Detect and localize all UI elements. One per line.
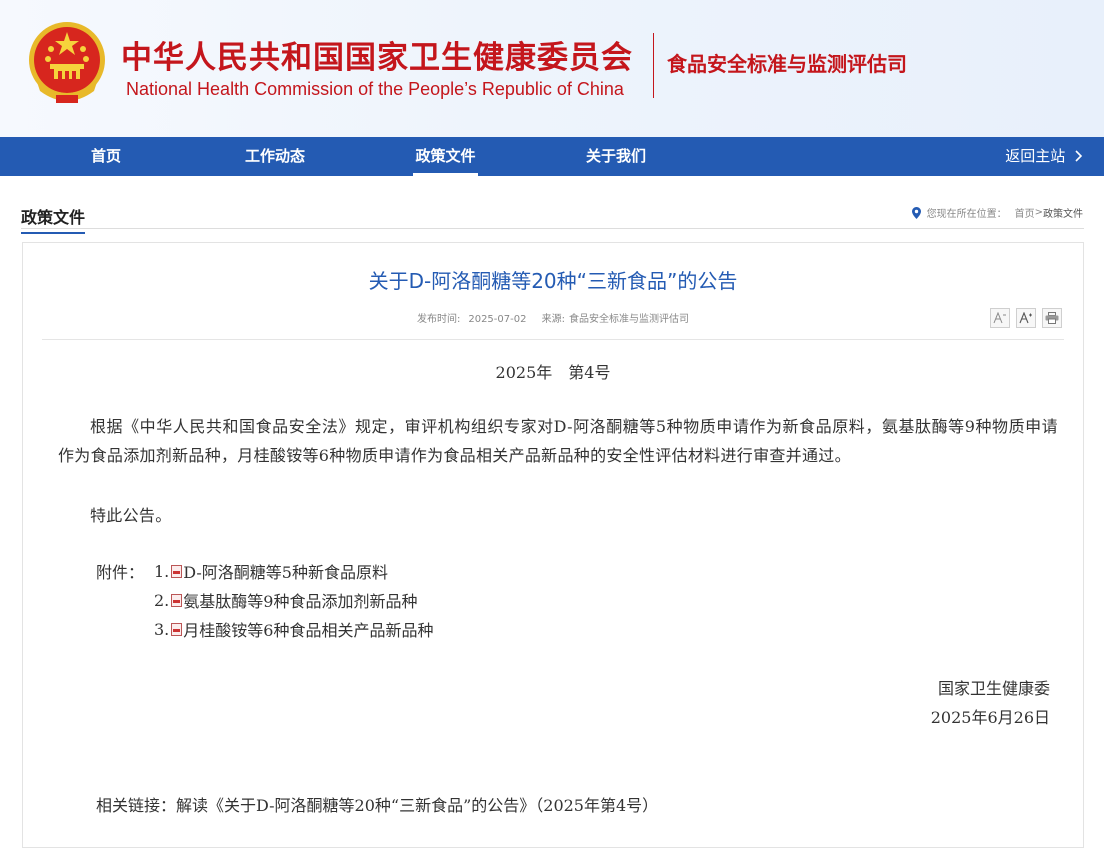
breadcrumb-prefix: 您现在所在位置：: [926, 209, 1007, 220]
section-title: 政策文件: [21, 204, 86, 234]
chevron-right-icon: [1075, 150, 1083, 162]
nav-item-about[interactable]: 关于我们: [583, 137, 649, 176]
article-tools: [990, 308, 1062, 328]
signature-org: 国家卫生健康委: [937, 679, 1050, 698]
breadcrumb-current-link[interactable]: 政策文件: [1043, 205, 1083, 220]
national-emblem-icon[interactable]: [26, 19, 108, 109]
font-increase-button[interactable]: [1016, 308, 1036, 328]
source-label: 来源:: [541, 314, 566, 325]
source-value: 食品安全标准与监测评估司: [569, 314, 690, 325]
attachment-number: 3.: [154, 619, 170, 639]
attachments-label: 附件：: [96, 563, 145, 582]
site-title-cn: 中华人民共和国国家卫生健康委员会: [121, 40, 633, 76]
related-label: 相关链接：: [96, 796, 177, 815]
article-divider: [42, 339, 1064, 340]
print-icon: [1045, 312, 1059, 324]
publish-label: 发布时间:: [416, 314, 461, 325]
back-to-main-link[interactable]: 返回主站: [1005, 137, 1084, 176]
attachment-link-3[interactable]: 月桂酸铵等6种食品相关产品新品种: [183, 617, 433, 641]
nav-item-news[interactable]: 工作动态: [242, 137, 308, 176]
site-title-en: National Health Commission of the People…: [126, 79, 624, 99]
back-to-main-label: 返回主站: [1005, 147, 1066, 165]
header-divider: [653, 33, 654, 98]
pdf-file-icon: [171, 622, 183, 636]
breadcrumb-home-link[interactable]: 首页: [1015, 205, 1035, 220]
article-meta: 发布时间: 2025-07-02 来源: 食品安全标准与监测评估司: [23, 310, 1083, 325]
related-links: 相关链接：解读《关于D-阿洛酮糖等20种“三新食品”的公告》（2025年第4号）: [96, 792, 658, 816]
pdf-file-icon: [171, 593, 183, 607]
nav-item-home[interactable]: 首页: [85, 137, 127, 176]
article-paragraph-2: 特此公告。: [90, 506, 172, 525]
nav-item-policy[interactable]: 政策文件: [413, 137, 478, 176]
site-header: 中华人民共和国国家卫生健康委员会 National Health Commiss…: [0, 0, 1104, 137]
main-nav: 首页 工作动态 政策文件 关于我们 返回主站: [0, 137, 1104, 176]
attachment-number: 1.: [154, 561, 170, 581]
pdf-file-icon: [171, 564, 183, 578]
article-container: 关于D-阿洛酮糖等20种“三新食品”的公告 发布时间: 2025-07-02 来源…: [22, 242, 1084, 848]
department-name: 食品安全标准与监测评估司: [667, 52, 907, 76]
breadcrumb: 您现在所在位置： 首页 > 政策文件: [911, 205, 1083, 220]
font-decrease-button[interactable]: [990, 308, 1010, 328]
print-button[interactable]: [1042, 308, 1062, 328]
font-increase-icon: [1019, 312, 1032, 324]
related-link[interactable]: 解读《关于D-阿洛酮糖等20种“三新食品”的公告》（2025年第4号）: [176, 796, 658, 815]
breadcrumb-separator: >: [1034, 207, 1043, 218]
signature-date: 2025年6月26日: [930, 708, 1050, 727]
attachment-link-1[interactable]: D-阿洛酮糖等5种新食品原料: [183, 559, 388, 583]
document-number: 2025年 第4号: [495, 363, 611, 382]
attachment-row-2: 2. 氨基肽酶等9种食品添加剂新品种: [96, 588, 417, 612]
attachment-link-2[interactable]: 氨基肽酶等9种食品添加剂新品种: [183, 588, 417, 612]
location-pin-icon: [911, 206, 921, 219]
section-divider: [21, 228, 1084, 229]
attachment-row-3: 3. 月桂酸铵等6种食品相关产品新品种: [96, 617, 433, 641]
publish-date: 2025-07-02: [468, 314, 527, 325]
attachment-number: 2.: [154, 590, 170, 610]
attachment-row-1: 附件： 1. D-阿洛酮糖等5种新食品原料: [96, 559, 388, 583]
article-title: 关于D-阿洛酮糖等20种“三新食品”的公告: [368, 269, 738, 293]
font-decrease-icon: [993, 312, 1006, 324]
article-paragraph-1: 根据《中华人民共和国食品安全法》规定，审评机构组织专家对D-阿洛酮糖等5种物质申…: [58, 417, 1058, 465]
